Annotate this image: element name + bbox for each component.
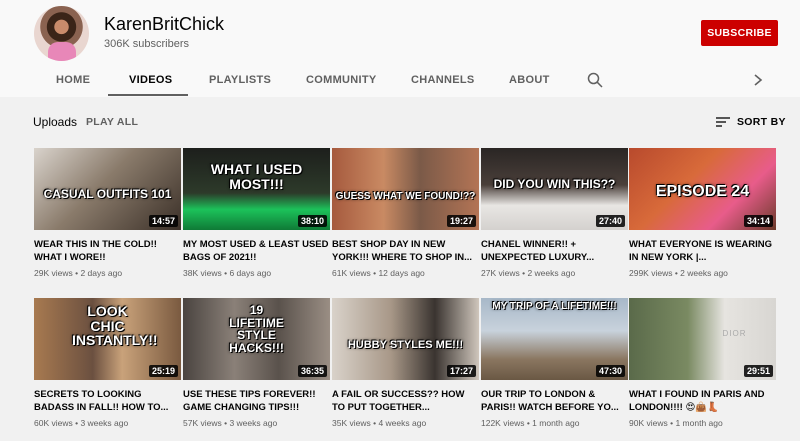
video-thumbnail[interactable]: HUBBY STYLES ME!!! 17:27	[332, 298, 479, 380]
thumbnail-caption: EPISODE 24	[655, 183, 750, 200]
thumbnail-caption: DID YOU WIN THIS??	[493, 177, 616, 191]
video-duration: 14:57	[148, 215, 178, 227]
active-tab-indicator	[108, 94, 188, 96]
video-title[interactable]: WHAT I FOUND IN PARIS AND LONDON!!!! 😍👜👢	[629, 388, 776, 414]
video-thumbnail[interactable]: DIOR 29:51	[629, 298, 776, 380]
video-title[interactable]: SECRETS TO LOOKING BADASS IN FALL!! HOW …	[34, 388, 181, 414]
video-meta: 38K views • 6 days ago	[183, 268, 272, 278]
video-title[interactable]: WEAR THIS IN THE COLD!! WHAT I WORE!!	[34, 238, 181, 264]
thumbnail-caption: CASUAL OUTFITS 101	[43, 187, 172, 201]
video-thumbnail[interactable]: MY TRIP OF A LIFETIME!!! 47:30	[481, 298, 628, 380]
view-count: 38K views	[183, 268, 222, 278]
video-duration: 25:19	[148, 365, 178, 377]
view-count: 27K views	[481, 268, 520, 278]
video-meta: 122K views • 1 month ago	[481, 418, 580, 428]
video-title[interactable]: A FAIL OR SUCCESS?? HOW TO PUT TOGETHER.…	[332, 388, 479, 414]
sort-by-button[interactable]: SORT BY	[737, 116, 786, 128]
upload-age: 1 month ago	[675, 418, 723, 428]
video-meta: 90K views • 1 month ago	[629, 418, 723, 428]
view-count: 60K views	[34, 418, 73, 428]
view-count: 35K views	[332, 418, 371, 428]
video-duration: 17:27	[446, 365, 476, 377]
upload-age: 2 days ago	[80, 268, 123, 278]
video-meta: 57K views • 3 weeks ago	[183, 418, 278, 428]
video-meta: 27K views • 2 weeks ago	[481, 268, 576, 278]
video-duration: 29:51	[743, 365, 773, 377]
video-title[interactable]: USE THESE TIPS FOREVER!! GAME CHANGING T…	[183, 388, 330, 414]
videos-section: Uploads PLAY ALL SORT BY CASUAL OUTFITS …	[0, 97, 800, 441]
view-count: 122K views	[481, 418, 525, 428]
video-card[interactable]: MY TRIP OF A LIFETIME!!! 47:30 OUR TRIP …	[481, 298, 628, 428]
sort-icon[interactable]	[716, 115, 730, 129]
thumbnail-caption: GUESS WHAT WE FOUND!??	[335, 191, 476, 202]
subscribe-button[interactable]: SUBSCRIBE	[701, 20, 778, 46]
video-thumbnail[interactable]: WHAT I USED MOST!!! 38:10	[183, 148, 330, 230]
upload-age: 12 days ago	[378, 268, 425, 278]
video-duration: 47:30	[595, 365, 625, 377]
video-card[interactable]: EPISODE 24 34:14 WHAT EVERYONE IS WEARIN…	[629, 148, 776, 278]
video-card[interactable]: HUBBY STYLES ME!!! 17:27 A FAIL OR SUCCE…	[332, 298, 479, 428]
view-count: 57K views	[183, 418, 222, 428]
video-title[interactable]: WHAT EVERYONE IS WEARING IN NEW YORK |..…	[629, 238, 776, 264]
subscriber-count: 306K subscribers	[104, 38, 189, 50]
thumbnail-caption: HUBBY STYLES ME!!!	[347, 339, 464, 351]
play-all-button[interactable]: PLAY ALL	[86, 116, 138, 128]
thumbnail-caption: LOOK CHIC INSTANTLY!!	[72, 303, 158, 349]
video-meta: 299K views • 2 weeks ago	[629, 268, 728, 278]
upload-age: 2 weeks ago	[680, 268, 728, 278]
chevron-right-icon[interactable]	[752, 73, 764, 87]
tab-channels[interactable]: CHANNELS	[411, 74, 475, 86]
video-title[interactable]: MY MOST USED & LEAST USED BAGS OF 2021!!	[183, 238, 330, 264]
search-icon[interactable]	[587, 72, 603, 88]
upload-age: 1 month ago	[532, 418, 580, 428]
upload-age: 6 days ago	[229, 268, 272, 278]
video-duration: 38:10	[297, 215, 327, 227]
tab-playlists[interactable]: PLAYLISTS	[209, 74, 271, 86]
section-title: Uploads	[33, 115, 78, 129]
tab-about[interactable]: ABOUT	[509, 74, 550, 86]
video-card[interactable]: WHAT I USED MOST!!! 38:10 MY MOST USED &…	[183, 148, 330, 278]
video-meta: 61K views • 12 days ago	[332, 268, 425, 278]
thumbnail-caption: MY TRIP OF A LIFETIME!!!	[492, 301, 617, 312]
channel-avatar[interactable]	[34, 6, 89, 61]
video-duration: 27:40	[595, 215, 625, 227]
upload-age: 4 weeks ago	[378, 418, 427, 428]
video-card[interactable]: DID YOU WIN THIS?? 27:40 CHANEL WINNER!!…	[481, 148, 628, 278]
view-count: 90K views	[629, 418, 668, 428]
thumbnail-caption: WHAT I USED MOST!!!	[210, 161, 303, 192]
view-count: 61K views	[332, 268, 371, 278]
video-meta: 60K views • 3 weeks ago	[34, 418, 129, 428]
video-thumbnail[interactable]: LOOK CHIC INSTANTLY!! 25:19	[34, 298, 181, 380]
video-card[interactable]: GUESS WHAT WE FOUND!?? 19:27 BEST SHOP D…	[332, 148, 479, 278]
video-thumbnail[interactable]: DID YOU WIN THIS?? 27:40	[481, 148, 628, 230]
thumbnail-logo-text: DIOR	[722, 329, 747, 338]
video-duration: 36:35	[297, 365, 327, 377]
thumbnail-caption: 19 LIFETIME STYLE HACKS!!!	[229, 303, 284, 355]
video-thumbnail[interactable]: EPISODE 24 34:14	[629, 148, 776, 230]
view-count: 29K views	[34, 268, 73, 278]
video-title[interactable]: OUR TRIP TO LONDON & PARIS!! WATCH BEFOR…	[481, 388, 628, 414]
upload-age: 3 weeks ago	[80, 418, 129, 428]
video-card[interactable]: LOOK CHIC INSTANTLY!! 25:19 SECRETS TO L…	[34, 298, 181, 428]
video-meta: 35K views • 4 weeks ago	[332, 418, 427, 428]
video-thumbnail[interactable]: GUESS WHAT WE FOUND!?? 19:27	[332, 148, 479, 230]
channel-name[interactable]: KarenBritChick	[104, 14, 224, 35]
video-card[interactable]: CASUAL OUTFITS 101 14:57 WEAR THIS IN TH…	[34, 148, 181, 278]
video-card[interactable]: DIOR 29:51 WHAT I FOUND IN PARIS AND LON…	[629, 298, 776, 428]
upload-age: 3 weeks ago	[229, 418, 278, 428]
tab-videos[interactable]: VIDEOS	[129, 74, 172, 86]
channel-tabs: HOME VIDEOS PLAYLISTS COMMUNITY CHANNELS…	[0, 62, 800, 97]
video-thumbnail[interactable]: 19 LIFETIME STYLE HACKS!!! 36:35	[183, 298, 330, 380]
video-title[interactable]: CHANEL WINNER!! + UNEXPECTED LUXURY...	[481, 238, 628, 264]
video-thumbnail[interactable]: CASUAL OUTFITS 101 14:57	[34, 148, 181, 230]
tab-home[interactable]: HOME	[56, 74, 90, 86]
upload-age: 2 weeks ago	[527, 268, 576, 278]
video-card[interactable]: 19 LIFETIME STYLE HACKS!!! 36:35 USE THE…	[183, 298, 330, 428]
video-duration: 19:27	[446, 215, 476, 227]
video-meta: 29K views • 2 days ago	[34, 268, 123, 278]
video-title[interactable]: BEST SHOP DAY IN NEW YORK!!! WHERE TO SH…	[332, 238, 479, 264]
video-duration: 34:14	[743, 215, 773, 227]
tab-community[interactable]: COMMUNITY	[306, 74, 377, 86]
view-count: 299K views	[629, 268, 673, 278]
